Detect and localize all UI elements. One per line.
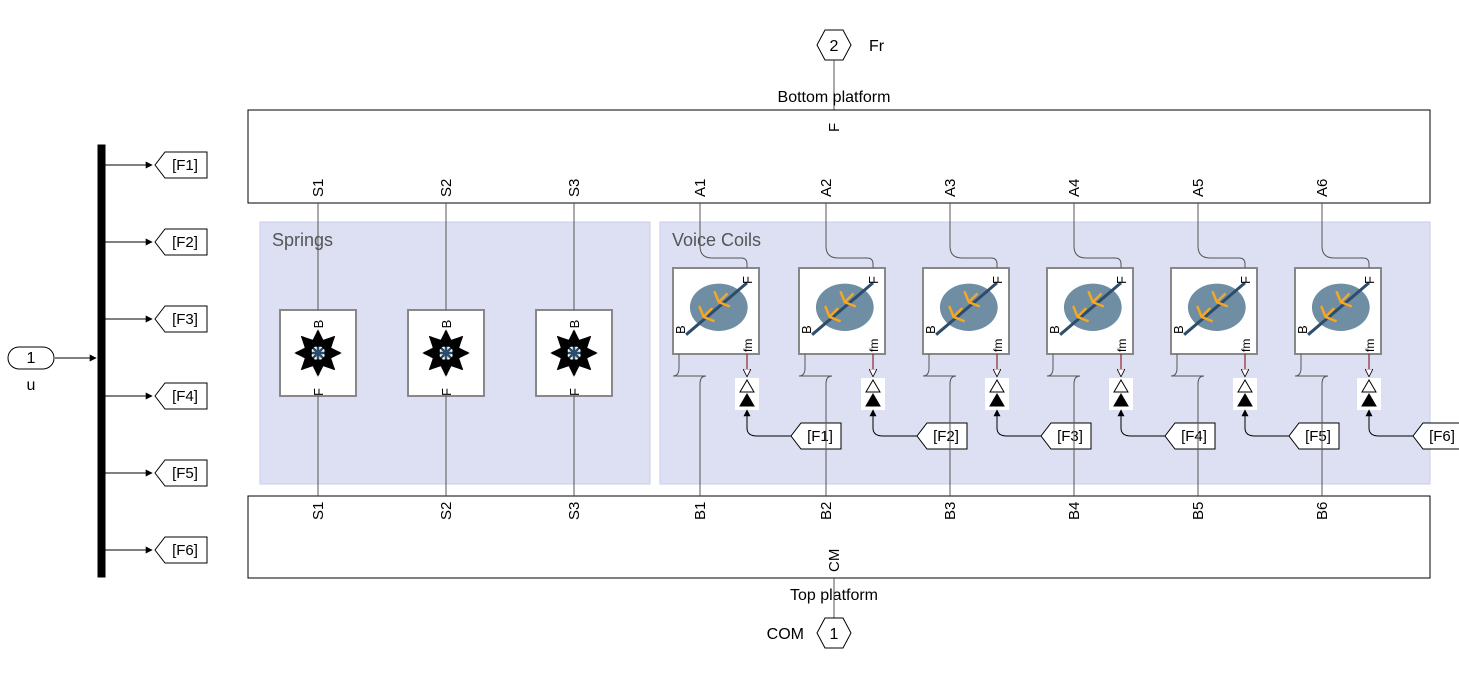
goto-tag-label: [F2]: [172, 234, 198, 251]
conn-port-top-num: 2: [830, 38, 839, 55]
bottom-platform-port: A1: [692, 179, 709, 197]
bushing-icon: [296, 331, 340, 375]
conn-port-bottom-num: 1: [830, 626, 839, 643]
goto-tag-label: [F3]: [172, 311, 198, 328]
vc-port-fm: fm: [741, 339, 755, 352]
vc-port-B: B: [1047, 325, 1062, 334]
bottom-platform-title: Bottom platform: [778, 89, 891, 106]
top-platform-port-CM: CM: [826, 549, 843, 572]
simulink-diagram: 1 u [F1] [F2] [F3] [F4] [F5] [F6] 2 Fr Bottom plat…: [0, 0, 1459, 692]
goto-tag-label: [F5]: [172, 465, 198, 482]
vc-port-fm: fm: [1115, 339, 1129, 352]
from-tag-label: [F6]: [1429, 428, 1455, 445]
vc-port-fm: fm: [1363, 339, 1377, 352]
spring-port-B: B: [567, 320, 582, 329]
spring-port-F: F: [567, 388, 582, 396]
spring-port-B: B: [311, 320, 326, 329]
bottom-platform-port: A3: [942, 179, 959, 197]
simulink-to-ps-converter: [1233, 378, 1257, 410]
spring-port-F: F: [311, 388, 326, 396]
vc-port-F: F: [1238, 276, 1253, 284]
simulink-to-ps-converter: [861, 378, 885, 410]
vc-port-F: F: [1362, 276, 1377, 284]
bushing-icon: [552, 331, 596, 375]
springs-title: Springs: [272, 230, 333, 250]
bottom-platform-port: A4: [1066, 179, 1083, 197]
top-platform-port: B4: [1066, 502, 1083, 520]
bottom-platform-port-F: F: [826, 123, 843, 132]
inport-num: 1: [27, 350, 36, 367]
vc-port-B: B: [799, 325, 814, 334]
bottom-platform-port: A5: [1190, 179, 1207, 197]
from-tag-label: [F2]: [933, 428, 959, 445]
inport-label: u: [27, 377, 36, 394]
demux: [98, 145, 105, 577]
bottom-platform-port: S2: [438, 179, 455, 197]
from-tag-label: [F5]: [1305, 428, 1331, 445]
from-tag-label: [F3]: [1057, 428, 1083, 445]
bushing-icon: [424, 331, 468, 375]
top-platform-port: B3: [942, 502, 959, 520]
vc-port-B: B: [1171, 325, 1186, 334]
top-platform-port: B2: [818, 502, 835, 520]
top-platform-port: B1: [692, 502, 709, 520]
top-platform-port: S3: [566, 502, 583, 520]
bottom-platform-port: A2: [818, 179, 835, 197]
simulink-to-ps-converter: [985, 378, 1009, 410]
top-platform-port: B5: [1190, 502, 1207, 520]
bottom-platform-port: A6: [1314, 179, 1331, 197]
conn-port-top-label: Fr: [869, 38, 885, 55]
top-platform-port: B6: [1314, 502, 1331, 520]
vc-port-F: F: [740, 276, 755, 284]
vc-port-B: B: [923, 325, 938, 334]
from-tag-label: [F1]: [807, 428, 833, 445]
voice-coils-title: Voice Coils: [672, 230, 761, 250]
simulink-to-ps-converter: [735, 378, 759, 410]
vc-port-F: F: [866, 276, 881, 284]
vc-port-fm: fm: [867, 339, 881, 352]
spring-port-B: B: [439, 320, 454, 329]
goto-tag-label: [F1]: [172, 157, 198, 174]
vc-port-F: F: [990, 276, 1005, 284]
vc-port-B: B: [1295, 325, 1310, 334]
top-platform-port: S1: [310, 502, 327, 520]
simulink-to-ps-converter: [1357, 378, 1381, 410]
goto-tag-label: [F6]: [172, 542, 198, 559]
bottom-platform-port: S1: [310, 179, 327, 197]
vc-port-fm: fm: [1239, 339, 1253, 352]
spring-port-F: F: [439, 388, 454, 396]
conn-port-bottom-label: COM: [767, 626, 804, 643]
vc-port-B: B: [673, 325, 688, 334]
vc-port-F: F: [1114, 276, 1129, 284]
from-tag-label: [F4]: [1181, 428, 1207, 445]
top-platform-port: S2: [438, 502, 455, 520]
bottom-platform-port: S3: [566, 179, 583, 197]
goto-tag-label: [F4]: [172, 388, 198, 405]
vc-port-fm: fm: [991, 339, 1005, 352]
simulink-to-ps-converter: [1109, 378, 1133, 410]
